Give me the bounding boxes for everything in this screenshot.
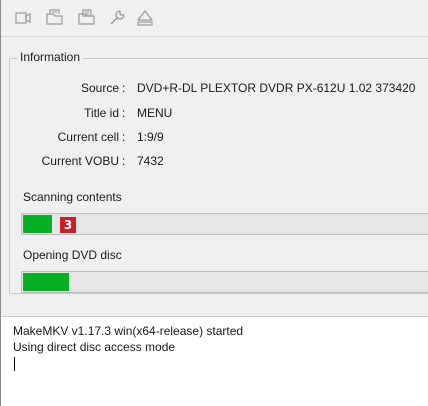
info-row-title-id: Title id : MENU: [1, 106, 428, 122]
source-label: Source: [80, 81, 119, 95]
opening-progress-bar: [21, 271, 428, 293]
info-row-source: Source : DVD+R-DL PLEXTOR DVDR PX-612U 1…: [1, 81, 428, 97]
settings-wrench-icon: [110, 10, 125, 25]
open-disc-folder-icon: [46, 9, 63, 25]
current-cell-label: Current cell: [57, 130, 119, 144]
log-output[interactable]: MakeMKV v1.17.3 win(x64-release) started…: [1, 316, 428, 406]
toolbar: [1, 0, 428, 37]
scanning-label: Scanning contents: [23, 190, 122, 204]
settings-button[interactable]: [106, 7, 128, 29]
current-vobu-value: 7432: [137, 154, 164, 168]
scanning-progress-fill: [23, 215, 53, 233]
annotation-badge: 3: [60, 217, 76, 233]
title-id-value: MENU: [137, 106, 173, 120]
eject-button[interactable]: [134, 7, 156, 29]
log-line: MakeMKV v1.17.3 win(x64-release) started: [13, 324, 244, 338]
separator: :: [122, 106, 126, 120]
open-video-file-button[interactable]: [12, 7, 34, 29]
separator: :: [122, 130, 126, 144]
information-title: Information: [17, 50, 84, 64]
open-disc-folder-button[interactable]: [44, 7, 66, 29]
eject-icon: [137, 10, 153, 26]
info-row-current-vobu: Current VOBU : 7432: [1, 154, 428, 170]
backup-disc-icon: [78, 9, 95, 25]
current-vobu-label: Current VOBU: [41, 154, 119, 168]
log-cursor-line: [13, 355, 428, 371]
text-caret: [14, 356, 15, 371]
opening-label: Opening DVD disc: [23, 248, 122, 262]
scanning-progress-bar: [21, 213, 428, 235]
info-row-current-cell: Current cell : 1:9/9: [1, 130, 428, 146]
opening-progress-fill: [23, 273, 69, 291]
log-line: Using direct disc access mode: [13, 340, 176, 354]
makemkv-window: Information Source : DVD+R-DL PLEXTOR DV…: [0, 0, 428, 406]
separator: :: [122, 81, 126, 95]
source-value: DVD+R-DL PLEXTOR DVDR PX-612U 1.02 37342…: [137, 81, 416, 95]
separator: :: [122, 154, 126, 168]
title-id-label: Title id: [84, 106, 119, 120]
open-video-file-icon: [15, 12, 31, 24]
current-cell-value: 1:9/9: [137, 130, 164, 144]
backup-disc-button[interactable]: [76, 7, 98, 29]
